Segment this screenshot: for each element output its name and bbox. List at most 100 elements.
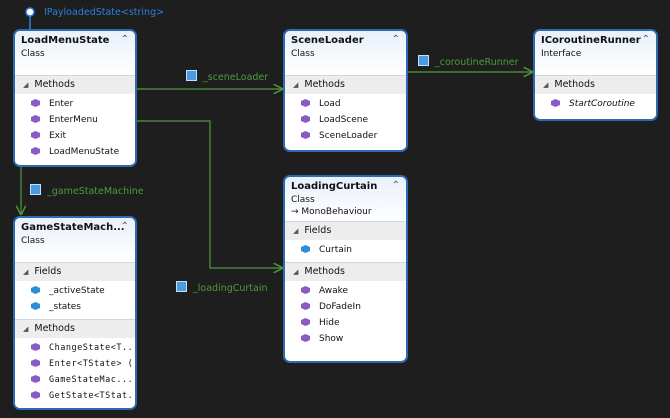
section-expand-icon[interactable]: ◢ [23, 325, 28, 333]
base-class-name: MonoBehaviour [301, 207, 372, 217]
method-row[interactable]: Exit [15, 128, 135, 144]
member-name: Exit [49, 131, 67, 141]
section-header-methods[interactable]: ◢ Methods [285, 75, 406, 94]
member-list: Awake DoFadeIn Hide Show [285, 281, 406, 351]
class-name: SceneLoader [291, 35, 364, 46]
class-box-game-state-machine[interactable]: GameStateMach... Class ⌃ ◢ Fields _activeStat… [13, 216, 137, 410]
section-title: Methods [304, 79, 345, 90]
class-box-coroutine-runner[interactable]: ICoroutineRunner Interface ⌃ ◢ Methods StartC… [533, 29, 658, 121]
section-expand-icon[interactable]: ◢ [23, 81, 28, 89]
member-name: Awake [319, 286, 349, 296]
member-name: Load [319, 99, 341, 109]
section-header-methods[interactable]: ◢ Methods [15, 75, 135, 94]
member-list: StartCoroutine [535, 94, 656, 116]
member-name: StartCoroutine [569, 99, 635, 109]
method-icon [301, 131, 310, 139]
method-icon [31, 375, 40, 383]
method-row[interactable]: LoadScene [285, 112, 406, 128]
class-header: LoadingCurtain Class → MonoBehaviour ⌃ [285, 177, 406, 221]
section-expand-icon[interactable]: ◢ [543, 81, 548, 89]
section-header-methods[interactable]: ◢ Methods [285, 262, 406, 281]
member-list: Curtain [285, 240, 406, 262]
collapse-chevron-icon[interactable]: ⌃ [121, 34, 129, 45]
member-name: _activeState [49, 286, 105, 296]
method-icon [301, 115, 310, 123]
method-row[interactable]: DoFadeIn [285, 299, 406, 315]
association-label-game-state-machine: _gameStateMachine [30, 184, 144, 197]
class-kind: Class [291, 195, 315, 205]
method-row[interactable]: StartCoroutine [535, 96, 656, 112]
member-name: LoadMenuState [49, 147, 120, 157]
class-header: ICoroutineRunner Interface ⌃ [535, 31, 656, 75]
method-row[interactable]: EnterMenu [15, 112, 135, 128]
method-row[interactable]: SceneLoader [285, 128, 406, 144]
member-name: Enter [49, 99, 74, 109]
method-row[interactable]: Enter [15, 96, 135, 112]
association-label-scene-loader: _sceneLoader [186, 70, 268, 83]
class-header: GameStateMach... Class ⌃ [15, 218, 135, 262]
section-header-methods[interactable]: ◢ Methods [535, 75, 656, 94]
field-row[interactable]: _activeState [15, 283, 135, 299]
member-name: ChangeState<T... [49, 343, 135, 353]
class-box-scene-loader[interactable]: SceneLoader Class ⌃ ◢ Methods Load LoadScene Sc… [283, 29, 408, 152]
class-name: LoadingCurtain [291, 181, 378, 192]
inherits-arrow-icon: → [291, 207, 302, 217]
method-icon [551, 99, 560, 107]
class-box-loading-curtain[interactable]: LoadingCurtain Class → MonoBehaviour ⌃ ◢ Fiel… [283, 175, 408, 363]
method-icon [301, 302, 310, 310]
section-title: Methods [304, 266, 345, 277]
connector-loading-curtain [137, 120, 282, 268]
method-row[interactable]: ChangeState<T... [15, 340, 135, 356]
field-icon [301, 245, 310, 253]
collapse-chevron-icon[interactable]: ⌃ [392, 180, 400, 191]
association-label-coroutine-runner: _coroutineRunner [418, 55, 519, 68]
class-box-load-menu-state[interactable]: LoadMenuState Class ⌃ ◢ Methods Enter EnterMen… [13, 29, 137, 167]
section-header-fields[interactable]: ◢ Fields [15, 262, 135, 281]
member-name: Show [319, 334, 344, 344]
member-name: _states [49, 302, 81, 312]
section-expand-icon[interactable]: ◢ [23, 268, 28, 276]
class-kind: Class [21, 236, 45, 246]
member-name: SceneLoader [319, 131, 378, 141]
section-expand-icon[interactable]: ◢ [293, 227, 298, 235]
collapse-chevron-icon[interactable]: ⌃ [392, 34, 400, 45]
property-icon [186, 70, 197, 81]
member-name: Enter<TState> (... [49, 359, 135, 369]
member-list: Enter EnterMenu Exit LoadMenuState [15, 94, 135, 164]
section-header-methods[interactable]: ◢ Methods [15, 319, 135, 338]
collapse-chevron-icon[interactable]: ⌃ [121, 221, 129, 232]
section-expand-icon[interactable]: ◢ [293, 268, 298, 276]
class-header: LoadMenuState Class ⌃ [15, 31, 135, 75]
field-row[interactable]: Curtain [285, 242, 406, 258]
class-kind: Class [21, 49, 45, 59]
field-row[interactable]: _states [15, 299, 135, 315]
field-icon [31, 302, 40, 310]
property-icon [30, 184, 41, 195]
class-kind: Interface [541, 49, 582, 59]
method-row[interactable]: Show [285, 331, 406, 347]
interface-label: IPayloadedState<string> [44, 7, 165, 18]
member-name: Hide [319, 318, 340, 328]
method-icon [31, 343, 40, 351]
collapse-chevron-icon[interactable]: ⌃ [642, 34, 650, 45]
method-row[interactable]: Enter<TState> (... [15, 356, 135, 372]
method-row[interactable]: GameStateMac... [15, 372, 135, 388]
method-icon [301, 99, 310, 107]
member-name: EnterMenu [49, 115, 98, 125]
method-row[interactable]: LoadMenuState [15, 144, 135, 160]
property-icon [176, 281, 187, 292]
method-icon [301, 334, 310, 342]
class-header: SceneLoader Class ⌃ [285, 31, 406, 75]
class-name: GameStateMach... [21, 222, 125, 233]
method-row[interactable]: Load [285, 96, 406, 112]
section-title: Fields [304, 225, 332, 236]
association-label-loading-curtain: _loadingCurtain [176, 281, 268, 294]
section-expand-icon[interactable]: ◢ [293, 81, 298, 89]
section-header-fields[interactable]: ◢ Fields [285, 221, 406, 240]
method-row[interactable]: GetState<TStat... [15, 388, 135, 404]
method-row[interactable]: Hide [285, 315, 406, 331]
member-list: Load LoadScene SceneLoader [285, 94, 406, 148]
method-row[interactable]: Awake [285, 283, 406, 299]
base-class: → MonoBehaviour [291, 207, 400, 217]
section-title: Methods [34, 323, 75, 334]
